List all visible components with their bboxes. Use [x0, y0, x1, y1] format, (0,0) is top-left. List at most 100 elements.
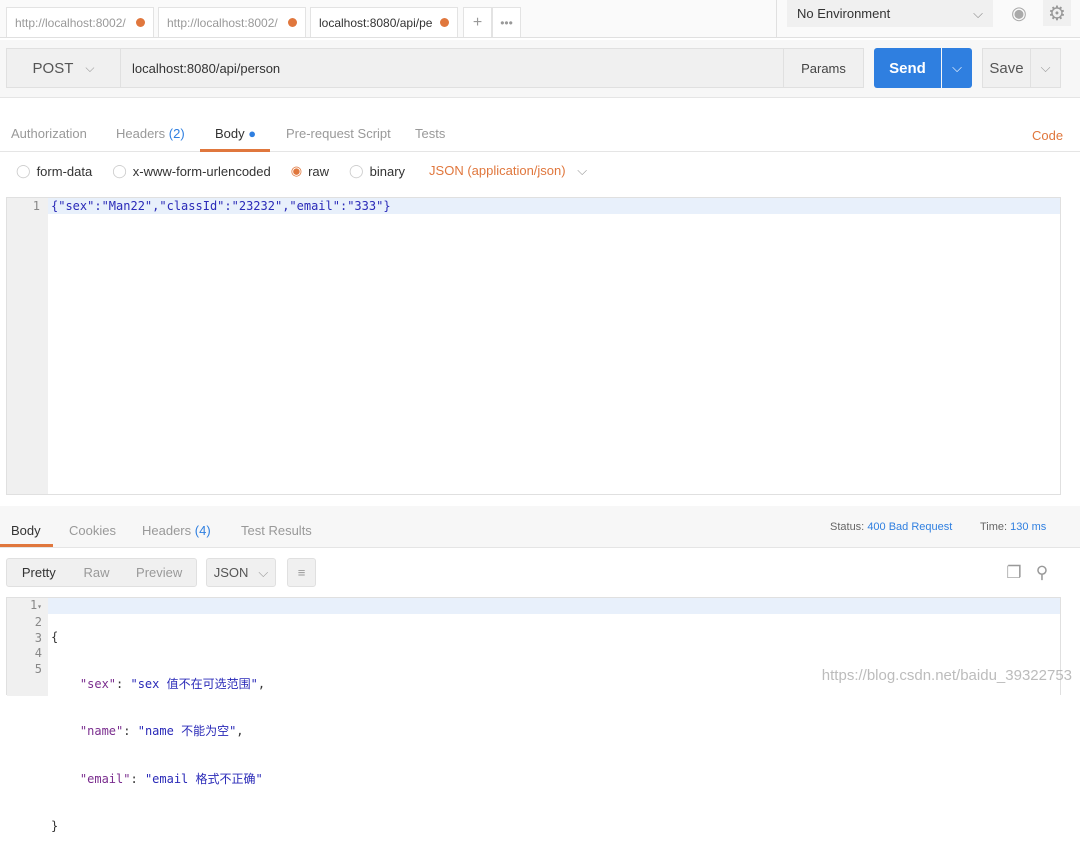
status-label: Status:	[830, 521, 865, 533]
time-label: Time:	[980, 521, 1008, 533]
send-options-chevron-icon[interactable]: ⌵	[942, 48, 972, 88]
json-row: "name": "name 不能为空",	[79, 724, 244, 739]
line-number: 2	[34, 614, 42, 629]
radio-label: binary	[369, 163, 406, 179]
radio-form-data[interactable]: ◯	[16, 163, 31, 179]
tab-headers[interactable]: Headers (2)	[116, 126, 185, 141]
tab-body[interactable]: Body ●	[215, 126, 256, 141]
response-json: { "sex": "sex 值不在可选范围", "name": "name 不能…	[51, 598, 265, 867]
more-tabs-button[interactable]: •••	[492, 7, 521, 37]
request-tab[interactable]: http://localhost:8002/	[158, 7, 306, 37]
radio-label: x-www-form-urlencoded	[132, 163, 271, 179]
line-number: 4	[34, 646, 42, 661]
json-row: "sex": "sex 值不在可选范围",	[79, 676, 266, 691]
wrap-lines-icon[interactable]: ≡	[287, 558, 316, 587]
watermark: https://blog.csdn.net/baidu_39322753	[821, 667, 1072, 684]
json-key: "email"	[79, 771, 131, 786]
content-type-select[interactable]: JSON (application/json) ⌵	[429, 163, 587, 179]
params-button[interactable]: Params	[783, 48, 864, 88]
new-tab-button[interactable]: +	[463, 7, 492, 37]
divider	[0, 151, 1080, 152]
json-key: "sex"	[79, 676, 117, 691]
environment-select[interactable]: No Environment ⌵	[787, 0, 993, 27]
tab-label: Body	[215, 126, 245, 141]
chevron-down-icon: ⌵	[258, 564, 269, 580]
json-brace: {	[51, 629, 59, 644]
json-comma: ,	[236, 724, 244, 739]
unsaved-dot-icon	[288, 18, 297, 27]
radio-label: form-data	[36, 163, 93, 179]
fold-arrow-icon[interactable]: ▾	[37, 602, 42, 611]
headers-count: (2)	[168, 126, 185, 141]
tab-test-results[interactable]: Test Results	[241, 523, 312, 538]
url-input[interactable]: localhost:8080/api/person	[120, 48, 784, 88]
divider	[776, 0, 777, 38]
line-number: 5	[34, 662, 42, 677]
chevron-down-icon: ⌵	[577, 163, 588, 178]
line-gutter: 1▾ 2 3 4 5	[7, 598, 48, 696]
headers-count: (4)	[194, 523, 211, 538]
radio-raw-selected[interactable]: ◉	[291, 163, 302, 179]
json-comma: ,	[257, 676, 266, 691]
raw-button[interactable]: Raw	[71, 565, 123, 580]
request-tab[interactable]: http://localhost:8002/	[6, 7, 154, 37]
json-value: "email 格式不正确"	[144, 771, 263, 786]
status-value: 400 Bad Request	[867, 521, 953, 533]
format-label: JSON	[213, 565, 249, 580]
tab-label: Headers	[142, 523, 192, 538]
tab-response-body[interactable]: Body	[11, 523, 41, 538]
view-mode-group: Pretty Raw Preview	[6, 558, 197, 587]
chevron-down-icon: ⌵	[973, 5, 983, 21]
request-body-editor[interactable]: 1 {"sex":"Man22","classId":"23232","emai…	[6, 197, 1061, 495]
time-value: 130 ms	[1010, 521, 1047, 533]
active-tab-underline	[0, 544, 53, 547]
pretty-button[interactable]: Pretty	[7, 565, 71, 580]
method-select[interactable]: POST ⌵	[6, 48, 121, 88]
status-readout: Status: 400 Bad Request	[830, 521, 952, 533]
tab-label: localhost:8080/api/pe	[319, 15, 433, 30]
save-button[interactable]: Save	[982, 48, 1031, 88]
active-tab-underline	[200, 149, 270, 152]
content-type-label: JSON (application/json)	[429, 163, 566, 178]
tab-authorization[interactable]: Authorization	[11, 126, 87, 141]
time-readout: Time: 130 ms	[980, 521, 1046, 533]
radio-label: raw	[308, 163, 330, 179]
preview-button[interactable]: Preview	[122, 565, 196, 580]
save-options-chevron-icon[interactable]: ⌵	[1030, 48, 1061, 88]
tab-label: http://localhost:8002/	[15, 15, 126, 30]
search-icon[interactable]: ⚲	[1031, 562, 1053, 584]
tab-label: Headers	[116, 126, 166, 141]
line-number: 1	[32, 199, 40, 213]
tab-response-headers[interactable]: Headers (4)	[142, 523, 211, 538]
unsaved-dot-icon	[440, 18, 449, 27]
json-value: "sex 值不在可选范围"	[130, 676, 258, 691]
json-value: "name 不能为空"	[137, 724, 237, 739]
format-select[interactable]: JSON ⌵	[206, 558, 276, 587]
line-number: 3	[34, 630, 42, 645]
eye-icon[interactable]: ◉	[1005, 0, 1033, 26]
chevron-down-icon: ⌵	[85, 60, 95, 75]
copy-icon[interactable]: ❐	[1003, 562, 1025, 584]
tab-bar: http://localhost:8002/ http://localhost:…	[0, 0, 1080, 38]
method-label: POST	[32, 59, 74, 77]
radio-urlencoded[interactable]: ◯	[112, 163, 127, 179]
tab-tests[interactable]: Tests	[415, 126, 445, 141]
json-brace: }	[51, 819, 59, 834]
line-gutter: 1	[7, 198, 48, 494]
code-link[interactable]: Code	[1032, 128, 1063, 143]
modified-dot-icon: ●	[248, 126, 257, 141]
gear-icon[interactable]: ⚙	[1043, 0, 1071, 26]
send-button[interactable]: Send	[874, 48, 941, 88]
tab-label: http://localhost:8002/	[167, 15, 278, 30]
json-row: "email": "email 格式不正确"	[79, 771, 263, 786]
request-tab-active[interactable]: localhost:8080/api/pe	[310, 7, 458, 37]
environment-label: No Environment	[797, 6, 891, 21]
tab-pre-request-script[interactable]: Pre-request Script	[286, 126, 391, 141]
tab-cookies[interactable]: Cookies	[69, 523, 116, 538]
body-type-options: ◯ form-data ◯ x-www-form-urlencoded ◉ raw ◯…	[16, 163, 587, 179]
radio-binary[interactable]: ◯	[349, 163, 364, 179]
unsaved-dot-icon	[136, 18, 145, 27]
json-key: "name"	[79, 724, 124, 739]
request-body-text[interactable]: {"sex":"Man22","classId":"23232","email"…	[51, 198, 391, 214]
request-bar: POST ⌵ localhost:8080/api/person Params S…	[0, 40, 1080, 98]
